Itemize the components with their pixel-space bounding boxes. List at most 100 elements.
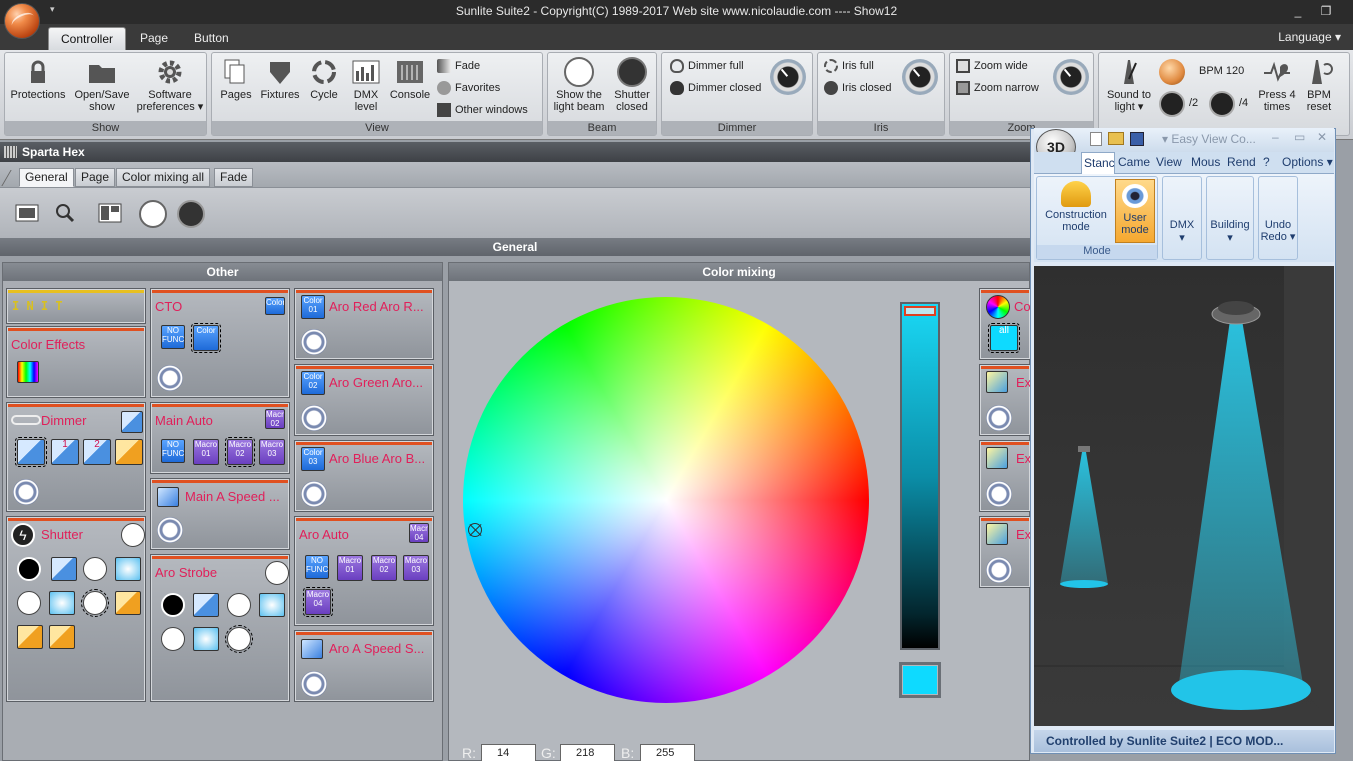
aro-auto-macro-01[interactable]: Macro 01	[337, 555, 363, 581]
software-preferences-button[interactable]: Software preferences ▾	[135, 55, 205, 121]
screen-icon[interactable]	[14, 200, 40, 226]
dmx-menu-button[interactable]: DMX ▾	[1162, 176, 1202, 260]
search-icon[interactable]	[52, 200, 78, 226]
aro-speed-dial[interactable]	[301, 671, 327, 697]
bpm-quarter-button[interactable]	[1209, 91, 1235, 117]
tab-page-sub[interactable]: Page	[75, 168, 116, 187]
protections-button[interactable]: Protections	[7, 55, 69, 121]
fixtures-button[interactable]: Fixtures	[258, 55, 302, 121]
minimize-icon[interactable]: _	[1290, 3, 1306, 19]
tab-fade[interactable]: Fade	[214, 168, 254, 187]
aro-red-dial[interactable]	[301, 329, 327, 355]
dmx-level-button[interactable]: DMX level	[346, 55, 386, 121]
shutter-preset-3[interactable]	[83, 557, 107, 581]
iris-full-button[interactable]: Iris full	[824, 57, 874, 75]
aro-green-dial[interactable]	[301, 405, 327, 431]
aro-strobe-preset-4[interactable]	[259, 593, 285, 617]
shutter-preset-6[interactable]	[49, 591, 75, 615]
zoom-wide-button[interactable]: Zoom wide	[956, 57, 1028, 75]
dimmer-preset-4[interactable]	[115, 439, 143, 465]
pages-button[interactable]: Pages	[214, 55, 258, 121]
construction-mode-button[interactable]: Construction mode	[1039, 179, 1113, 243]
shutter-preset-8[interactable]	[115, 591, 141, 615]
main-auto-macro-01[interactable]: Macro 01	[193, 439, 219, 465]
beam-on-toggle[interactable]	[139, 200, 167, 228]
aro-strobe-preset-3[interactable]	[227, 593, 251, 617]
shutter-preset-5[interactable]	[17, 591, 41, 615]
press-4-times-button[interactable]: Press 4 times	[1255, 55, 1299, 121]
ev-tab-standard[interactable]: Stanc	[1081, 152, 1115, 174]
quick-access-arrow-icon[interactable]: ▾	[50, 4, 55, 15]
r-input[interactable]: 14	[481, 744, 536, 761]
zoom-narrow-button[interactable]: Zoom narrow	[956, 79, 1039, 97]
color-wheel-cursor[interactable]	[468, 523, 482, 537]
aro-strobe-preset-5[interactable]	[161, 627, 185, 651]
aro-auto-macro-03[interactable]: Macro 03	[403, 555, 429, 581]
shutter-preset-1[interactable]	[17, 557, 41, 581]
language-menu[interactable]: Language ▾	[1278, 30, 1341, 44]
shutter-preset-4[interactable]	[115, 557, 141, 581]
tab-general[interactable]: General	[19, 168, 74, 187]
dimmer-closed-button[interactable]: Dimmer closed	[670, 79, 761, 97]
shutter-closed-toggle[interactable]	[177, 200, 205, 228]
dimmer-full-button[interactable]: Dimmer full	[670, 57, 744, 75]
bpm-reset-button[interactable]: BPM reset	[1301, 55, 1337, 121]
restore-icon[interactable]: ❐	[1318, 3, 1334, 19]
ex-1-dial[interactable]	[986, 405, 1012, 431]
shutter-preset-7[interactable]	[81, 589, 109, 617]
other-windows-button[interactable]: Other windows	[437, 101, 528, 119]
main-speed-dial[interactable]	[157, 517, 183, 543]
cto-no-func[interactable]: NO FUNC.	[161, 325, 185, 349]
color-wheel[interactable]	[463, 297, 869, 703]
brightness-handle[interactable]	[904, 306, 936, 316]
ex-3-dial[interactable]	[986, 557, 1012, 583]
main-auto-no-func[interactable]: NO FUNC.	[161, 439, 185, 463]
dimmer-preset-2[interactable]: 1	[51, 439, 79, 465]
dimmer-dial[interactable]	[13, 479, 39, 505]
ev-tab-help[interactable]: ?	[1263, 155, 1270, 169]
cycle-button[interactable]: Cycle	[302, 55, 346, 121]
sound-to-light-button[interactable]: Sound to light ▾	[1101, 55, 1157, 121]
tab-page[interactable]: Page	[128, 27, 180, 50]
open-folder-icon[interactable]	[1108, 132, 1124, 145]
console-button[interactable]: Console	[388, 55, 432, 121]
color-all-swatch[interactable]: all	[988, 323, 1020, 353]
ev-tab-mouse[interactable]: Mous	[1191, 155, 1220, 169]
aro-strobe-preset-6[interactable]	[193, 627, 219, 651]
user-mode-button[interactable]: User mode	[1115, 179, 1155, 243]
shutter-preset-2[interactable]	[51, 557, 77, 581]
bpm-tap-button[interactable]	[1159, 59, 1185, 85]
ex-2-dial[interactable]	[986, 481, 1012, 507]
dimmer-knob[interactable]	[770, 59, 806, 95]
ev-close-icon[interactable]: ✕	[1317, 130, 1327, 144]
brightness-slider[interactable]	[900, 302, 940, 650]
ev-minimize-icon[interactable]: –	[1272, 130, 1279, 144]
main-auto-macro-02[interactable]: Macro 02	[225, 437, 255, 467]
fade-button[interactable]: Fade	[437, 57, 480, 75]
b-input[interactable]: 255	[640, 744, 695, 761]
building-menu-button[interactable]: Building ▾	[1206, 176, 1254, 260]
bpm-half-button[interactable]	[1159, 91, 1185, 117]
aro-strobe-preset-7[interactable]	[225, 625, 253, 653]
show-light-beam-button[interactable]: Show the light beam	[550, 55, 608, 121]
shutter-preset-10[interactable]	[49, 625, 75, 649]
init-cell[interactable]: I N I T	[6, 288, 146, 324]
aro-blue-dial[interactable]	[301, 481, 327, 507]
aro-strobe-preset-2[interactable]	[193, 593, 219, 617]
ev-tab-view[interactable]: View	[1156, 155, 1182, 169]
ev-tab-camera[interactable]: Came	[1118, 155, 1150, 169]
color-effects-icon[interactable]	[17, 361, 39, 383]
iris-closed-button[interactable]: Iris closed	[824, 79, 892, 97]
cto-dial[interactable]	[157, 365, 183, 391]
aro-auto-macro-04[interactable]: Macro 04	[303, 587, 333, 617]
ev-tab-render[interactable]: Rend	[1227, 155, 1256, 169]
zoom-knob[interactable]	[1053, 59, 1089, 95]
tab-color-mixing-all[interactable]: Color mixing all	[116, 168, 211, 187]
save-icon[interactable]	[1130, 132, 1144, 146]
main-auto-macro-03[interactable]: Macro 03	[259, 439, 285, 465]
g-input[interactable]: 218	[560, 744, 615, 761]
shutter-closed-button[interactable]: Shutter closed	[608, 55, 656, 121]
aro-auto-no-func[interactable]: NO FUNC.	[305, 555, 329, 579]
favorites-button[interactable]: Favorites	[437, 79, 500, 97]
aro-auto-macro-02[interactable]: Macro 02	[371, 555, 397, 581]
